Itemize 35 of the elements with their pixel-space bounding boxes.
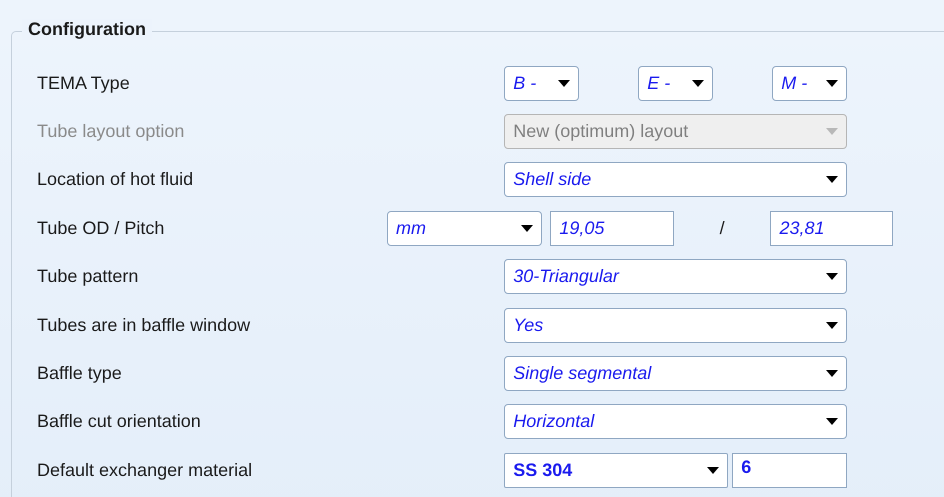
tema-dropdown[interactable]: E - bbox=[638, 66, 714, 101]
field-label: Tubes are in baffle window bbox=[36, 314, 252, 336]
dropdown-arrow-icon bbox=[826, 176, 838, 184]
dropdown-arrow-icon bbox=[826, 80, 838, 87]
unit-dropdown[interactable]: mm bbox=[387, 210, 542, 246]
dropdown-arrow-icon bbox=[826, 273, 838, 280]
dropdown-arrow-icon bbox=[826, 418, 838, 426]
dropdown-arrow-icon bbox=[826, 322, 838, 329]
value-dropdown[interactable]: Yes bbox=[504, 308, 848, 343]
field-label: Location of hot fluid bbox=[36, 169, 194, 190]
pitch-field[interactable]: 23,81 bbox=[770, 210, 893, 246]
dropdown-arrow-icon bbox=[521, 224, 534, 232]
material-dropdown[interactable]: SS 304 bbox=[504, 452, 728, 488]
dropdown-arrow-icon bbox=[707, 466, 720, 474]
value-dropdown[interactable]: 30-Triangular bbox=[504, 259, 848, 294]
tema-dropdown[interactable]: B - bbox=[504, 66, 580, 101]
tube-od-field[interactable]: 19,05 bbox=[550, 210, 674, 246]
field-label: Baffle cut orientation bbox=[36, 411, 202, 432]
field-label: Default exchanger material bbox=[36, 460, 254, 481]
field-label: Baffle type bbox=[36, 363, 123, 384]
dropdown-arrow-icon bbox=[692, 80, 704, 87]
dropdown-arrow-icon bbox=[558, 80, 570, 87]
material-code-field[interactable]: 6 bbox=[732, 452, 848, 488]
separator-label: / bbox=[718, 218, 726, 239]
value-dropdown[interactable]: Horizontal bbox=[504, 404, 848, 440]
group-title: Configuration bbox=[22, 19, 152, 40]
field-label: Tube pattern bbox=[36, 266, 140, 288]
tema-dropdown[interactable]: M - bbox=[772, 66, 848, 101]
dropdown-arrow-icon bbox=[826, 370, 838, 378]
field-label: Tube OD / Pitch bbox=[36, 218, 166, 239]
field-label: TEMA Type bbox=[36, 72, 131, 94]
value-dropdown[interactable]: Single segmental bbox=[504, 356, 848, 392]
value-dropdown[interactable]: Shell side bbox=[504, 162, 848, 198]
dropdown-arrow-icon bbox=[826, 128, 838, 136]
field-label: Tube layout option bbox=[36, 121, 186, 142]
